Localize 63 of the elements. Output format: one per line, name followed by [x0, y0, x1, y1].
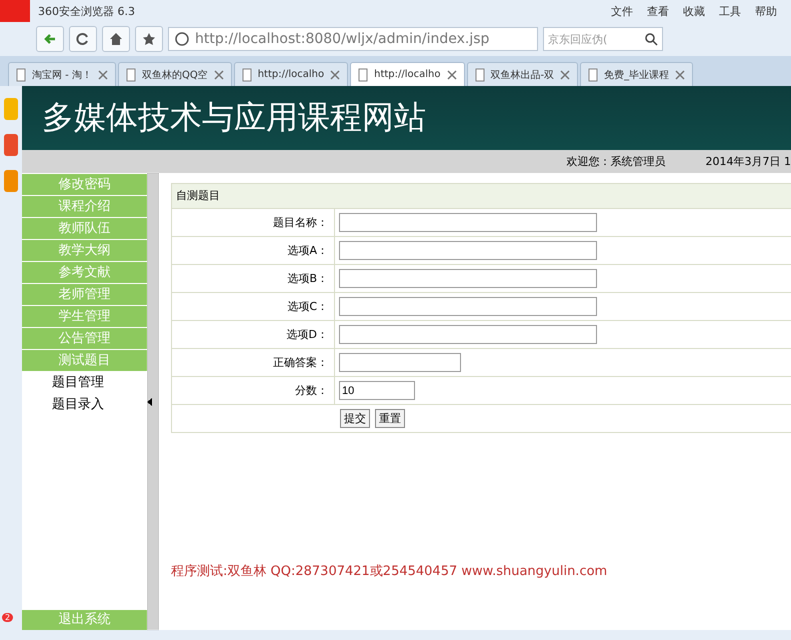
- browser-tab[interactable]: http://localho: [350, 62, 465, 86]
- back-button[interactable]: [36, 26, 64, 52]
- input-field[interactable]: [339, 269, 597, 288]
- search-icon: [644, 32, 658, 46]
- input-field[interactable]: [339, 241, 597, 260]
- contact-note: 程序测试:双鱼林 QQ:287307421或254540457 www.shuangyulin.com: [171, 563, 608, 580]
- field-label: 分数：: [172, 377, 335, 404]
- field-label: 选项C：: [172, 293, 335, 320]
- input-field[interactable]: [339, 353, 461, 372]
- close-icon: [444, 68, 459, 82]
- menu-item[interactable]: 文件: [611, 4, 633, 18]
- sidebar-submenu-item[interactable]: 题目录入: [22, 394, 147, 415]
- close-icon: [328, 68, 342, 82]
- notification-badge: 2: [2, 613, 14, 622]
- input-field[interactable]: [339, 297, 597, 316]
- sidebar-submenu-item[interactable]: 题目管理: [22, 372, 147, 393]
- address-bar[interactable]: http://localhost:8080/wljx/admin/index.jsp: [168, 27, 538, 51]
- panel-title: 自测题目: [172, 184, 791, 208]
- page-icon: [472, 68, 487, 82]
- field-label: 选项A：: [172, 237, 335, 264]
- form-button[interactable]: 重置: [375, 409, 405, 428]
- menu-item[interactable]: 查看: [647, 4, 669, 18]
- form-button[interactable]: 提交: [340, 409, 370, 428]
- sidebar-app-icon[interactable]: [4, 134, 18, 156]
- browser-logo: [0, 0, 30, 22]
- input-field[interactable]: [339, 325, 597, 344]
- bookmark-button[interactable]: [135, 26, 163, 52]
- splitter-bar[interactable]: [147, 173, 159, 630]
- browser-tab[interactable]: 双鱼林出品-双: [466, 62, 578, 86]
- field-label: 选项D：: [172, 321, 335, 348]
- home-icon: [109, 32, 123, 46]
- browser-tab[interactable]: 免费_毕业课程: [580, 62, 694, 86]
- menu-item[interactable]: 收藏: [683, 4, 705, 18]
- home-button[interactable]: [102, 26, 130, 52]
- welcome-text: 欢迎您：系统管理员: [566, 154, 666, 169]
- input-field[interactable]: 10: [339, 381, 415, 400]
- close-icon: [673, 68, 688, 82]
- input-field[interactable]: [339, 213, 597, 232]
- field-label: 正确答案：: [172, 349, 335, 376]
- close-icon: [96, 68, 110, 82]
- star-icon: [142, 32, 156, 46]
- collapse-arrow-icon[interactable]: [147, 398, 153, 406]
- page-icon: [356, 68, 370, 82]
- menu-item[interactable]: 帮助: [755, 4, 777, 18]
- browser-tab[interactable]: 双鱼林的QQ空: [118, 62, 232, 86]
- sidebar-app-icon[interactable]: [4, 170, 18, 192]
- refresh-button[interactable]: [69, 26, 97, 52]
- close-icon: [558, 68, 572, 82]
- browser-tab[interactable]: http://localho: [234, 62, 348, 86]
- close-icon: [212, 68, 226, 82]
- refresh-icon: [76, 32, 90, 46]
- page-icon: [14, 68, 28, 82]
- back-arrow-icon: [43, 32, 57, 46]
- field-label: 题目名称：: [172, 209, 335, 236]
- site-title: 多媒体技术与应用课程网站: [42, 97, 426, 138]
- date-text: 2014年3月7日 1: [706, 154, 791, 169]
- page-icon: [240, 68, 254, 82]
- field-label: 选项B：: [172, 265, 335, 292]
- window-title: 360安全浏览器 6.3: [38, 4, 136, 18]
- page-icon: [124, 68, 138, 82]
- page-icon: [586, 68, 600, 82]
- menu-item[interactable]: 工具: [719, 4, 741, 18]
- browser-tab[interactable]: 淘宝网 - 淘！: [8, 62, 116, 86]
